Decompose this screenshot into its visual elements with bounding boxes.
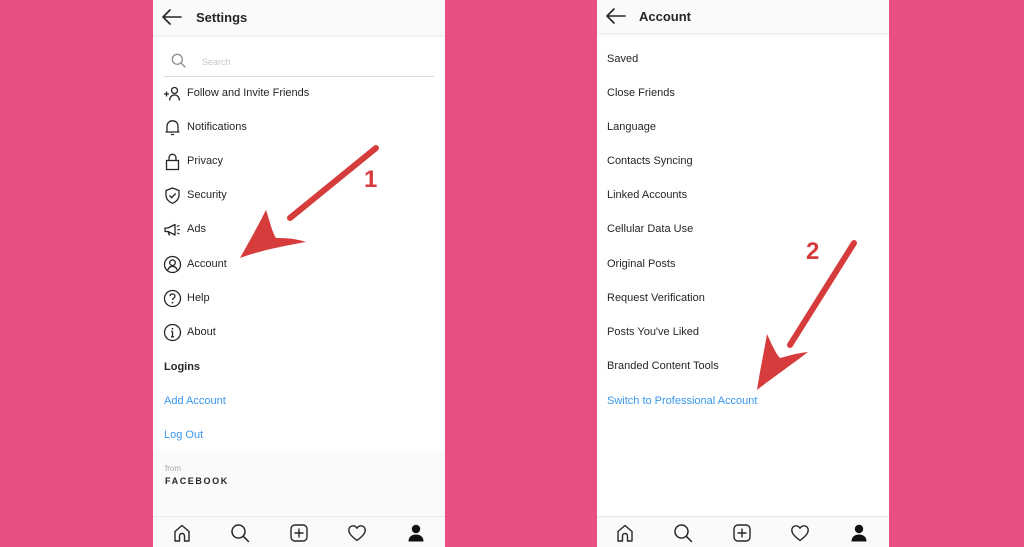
home-icon [174,524,190,542]
back-button[interactable] [161,8,183,26]
tab-new-post[interactable] [289,523,309,543]
tab-activity[interactable] [347,523,367,543]
tab-profile[interactable] [849,523,869,543]
menu-item-ads[interactable]: Ads [153,217,445,243]
step-number-1: 1 [364,166,378,193]
menu-item-label: About [187,326,216,338]
logins-section-header: Logins [164,361,201,373]
tab-home[interactable] [615,523,635,543]
search-icon [171,53,186,68]
account-item-linked-accounts[interactable]: Linked Accounts [607,189,687,201]
add-person-icon [164,86,181,101]
user-circle-icon [163,255,182,274]
menu-item-label: Privacy [187,155,224,167]
question-circle-icon [163,289,182,308]
tab-home[interactable] [172,523,192,543]
profile-icon [851,524,867,542]
tab-profile[interactable] [406,523,426,543]
megaphone-icon [164,223,180,236]
account-item-original-posts[interactable]: Original Posts [607,258,675,270]
menu-item-follow-invite[interactable]: Follow and Invite Friends [153,81,445,107]
menu-item-label: Ads [187,223,206,235]
arrow-left-icon [162,9,182,25]
menu-item-label: Follow and Invite Friends [187,87,310,99]
menu-item-about[interactable]: About [153,320,445,346]
page-title: Account [639,9,691,24]
search-bar[interactable] [164,47,434,77]
step-number-2: 2 [806,238,820,265]
bottom-tab-bar [153,516,445,547]
profile-icon [408,524,424,542]
menu-item-label: Notifications [187,121,247,133]
lock-icon [165,153,180,171]
menu-item-account[interactable]: Account [153,252,445,278]
back-button[interactable] [605,7,627,25]
settings-screen: Settings Follow and Invite Friends Notif… [153,0,445,547]
search-input[interactable] [200,52,424,72]
search-icon [674,524,693,543]
menu-item-help[interactable]: Help [153,286,445,312]
account-item-contacts-syncing[interactable]: Contacts Syncing [607,155,693,167]
account-item-saved[interactable]: Saved [607,53,638,65]
switch-to-professional-link[interactable]: Switch to Professional Account [607,395,757,407]
page-title: Settings [196,10,248,25]
heart-icon [791,525,809,542]
arrow-left-icon [606,8,626,24]
tab-new-post[interactable] [732,523,752,543]
account-item-request-verification[interactable]: Request Verification [607,292,705,304]
bell-icon [165,120,180,136]
account-item-posts-liked[interactable]: Posts You've Liked [607,326,699,338]
account-header: Account [597,0,889,34]
account-screen: Account Saved Close Friends Language Con… [597,0,889,547]
add-account-link[interactable]: Add Account [164,395,226,407]
settings-header: Settings [153,0,445,36]
account-item-close-friends[interactable]: Close Friends [607,87,675,99]
menu-item-security[interactable]: Security [153,183,445,209]
account-item-branded-content-tools[interactable]: Branded Content Tools [607,360,719,372]
from-label: from [165,464,181,473]
shield-check-icon [165,187,180,204]
bottom-tab-bar [597,516,889,547]
menu-item-label: Help [187,292,210,304]
from-facebook-footer: from FACEBOOK [153,451,445,515]
plus-square-icon [733,524,751,542]
menu-item-label: Account [187,258,227,270]
menu-item-label: Security [187,189,227,201]
facebook-brand: FACEBOOK [165,476,229,486]
tab-activity[interactable] [790,523,810,543]
tab-search[interactable] [673,523,693,543]
plus-square-icon [290,524,308,542]
heart-icon [348,525,366,542]
account-item-cellular-data-use[interactable]: Cellular Data Use [607,223,693,235]
tab-search[interactable] [230,523,250,543]
menu-item-privacy[interactable]: Privacy [153,149,445,175]
info-circle-icon [163,323,182,342]
account-item-language[interactable]: Language [607,121,656,133]
menu-item-notifications[interactable]: Notifications [153,115,445,141]
home-icon [617,524,633,542]
search-icon [231,524,250,543]
log-out-link[interactable]: Log Out [164,429,203,441]
